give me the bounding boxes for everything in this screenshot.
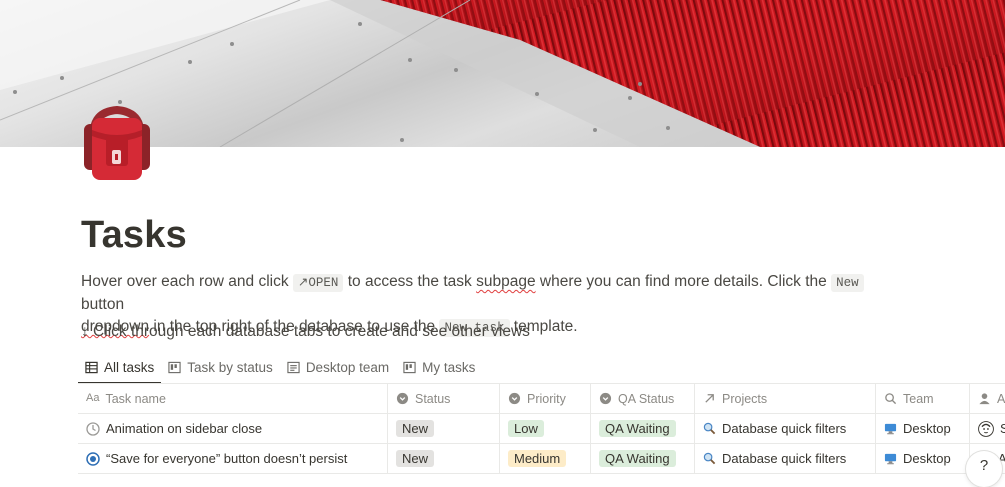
page-title: Tasks [81, 214, 187, 256]
person-property-icon [979, 393, 990, 405]
column-header-assignee[interactable]: As [970, 384, 1005, 413]
backpack-icon[interactable] [80, 105, 154, 182]
table-icon [85, 361, 98, 373]
table-row[interactable]: “Save for everyone” button doesn’t persi… [78, 444, 1005, 474]
avatar [978, 420, 994, 437]
database-view-tabs: All tasks Task by status Desktop team My… [78, 352, 482, 384]
select-property-icon [599, 392, 612, 405]
magnifier-icon [703, 422, 716, 435]
project-cell[interactable]: Database quick filters [695, 414, 876, 443]
status-cell[interactable]: New [388, 414, 500, 443]
tab-all-tasks[interactable]: All tasks [78, 352, 162, 384]
task-name-cell[interactable]: “Save for everyone” button doesn’t persi… [78, 444, 388, 473]
team-cell[interactable]: Desktop [876, 444, 970, 473]
priority-tag: Low [508, 420, 544, 437]
qa-status-tag: QA Waiting [599, 450, 676, 467]
priority-cell[interactable]: Medium [500, 444, 591, 473]
status-tag: New [396, 450, 435, 467]
list-icon [287, 361, 300, 373]
new-badge: New [831, 274, 864, 292]
task-status-icon [86, 451, 100, 466]
task-status-icon [86, 421, 100, 436]
select-property-icon [396, 392, 409, 405]
qa-status-cell[interactable]: QA Waiting [591, 444, 695, 473]
board-icon [403, 361, 416, 373]
magnifier-icon [703, 452, 716, 465]
column-header-status[interactable]: Status [388, 384, 500, 413]
text-property-icon: Aa [86, 392, 100, 404]
table-row[interactable]: Animation on sidebar close New Low QA Wa… [78, 414, 1005, 444]
column-header-task-name[interactable]: Aa Task name [78, 384, 388, 413]
priority-cell[interactable]: Low [500, 414, 591, 443]
tab-desktop-team[interactable]: Desktop team [280, 352, 396, 382]
search-icon [885, 393, 897, 405]
tasks-table: Aa Task name Status Priority QA Status Pr… [78, 383, 1005, 474]
qa-status-tag: QA Waiting [599, 420, 676, 437]
desktop-computer-icon [884, 423, 897, 435]
views-hint: ↓ Click through each database tabs to cr… [81, 323, 530, 340]
column-header-projects[interactable]: Projects [695, 384, 876, 413]
project-cell[interactable]: Database quick filters [695, 444, 876, 473]
open-badge: ↗OPEN [292, 274, 344, 292]
team-cell[interactable]: Desktop [876, 414, 970, 443]
status-cell[interactable]: New [388, 444, 500, 473]
tab-my-tasks[interactable]: My tasks [396, 352, 482, 382]
column-header-qa-status[interactable]: QA Status [591, 384, 695, 413]
assignee-cell[interactable]: S [970, 414, 1005, 443]
help-icon: ? [979, 457, 989, 474]
relation-arrow-icon [705, 394, 714, 403]
table-header-row: Aa Task name Status Priority QA Status Pr… [78, 384, 1005, 414]
status-tag: New [396, 420, 435, 437]
desktop-computer-icon [884, 453, 897, 465]
priority-tag: Medium [508, 450, 567, 467]
select-property-icon [508, 392, 521, 405]
column-header-priority[interactable]: Priority [500, 384, 591, 413]
task-name-cell[interactable]: Animation on sidebar close [78, 414, 388, 443]
help-button[interactable]: ? [966, 451, 1002, 487]
board-icon [168, 361, 181, 373]
tab-task-by-status[interactable]: Task by status [161, 352, 280, 382]
qa-status-cell[interactable]: QA Waiting [591, 414, 695, 443]
column-header-team[interactable]: Team [876, 384, 970, 413]
